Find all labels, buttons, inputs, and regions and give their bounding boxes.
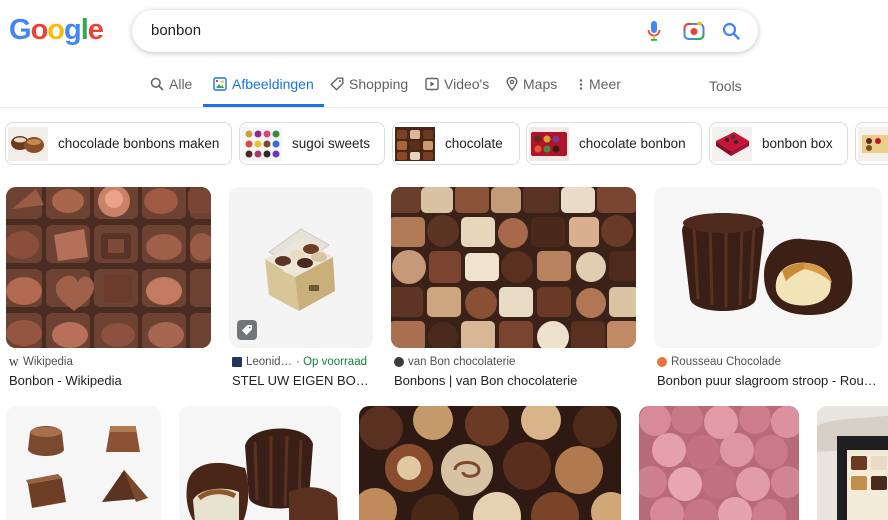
search-input[interactable]: bonbon [151, 22, 201, 39]
microphone-icon[interactable] [642, 19, 666, 43]
chip-chocolade-bonbons-maken[interactable]: chocolade bonbons maken [5, 122, 232, 165]
search-tabs: Alle Afbeeldingen Shopping Video's Maps … [0, 70, 888, 108]
result-title[interactable]: Bonbon - Wikipedia [9, 373, 214, 388]
result-image[interactable] [391, 187, 636, 348]
search-box[interactable]: bonbon [132, 10, 758, 52]
chip-chocolate-bonbon[interactable]: chocolate bonbon [526, 122, 702, 165]
tab-shopping[interactable]: Shopping [330, 76, 408, 107]
tools-button[interactable]: Tools [709, 78, 742, 94]
result-source[interactable]: Rousseau Chocolade [657, 356, 781, 368]
chip-thumbnail [6, 123, 50, 164]
search-icon[interactable] [719, 19, 743, 43]
result-card[interactable]: van Bon chocolaterie Bonbons | van Bon c… [391, 187, 636, 392]
tab-all[interactable]: Alle [150, 76, 192, 107]
rousseau-icon [657, 357, 667, 367]
play-icon [425, 77, 439, 91]
result-title[interactable]: Bonbons | van Bon chocolaterie [394, 373, 639, 388]
result-card[interactable] [817, 406, 888, 520]
wikipedia-icon: W [9, 358, 19, 367]
tag-icon [330, 77, 344, 91]
tab-videos[interactable]: Video's [425, 76, 489, 107]
result-image[interactable] [6, 406, 161, 520]
leonidas-icon [232, 357, 242, 367]
vanbon-icon [394, 357, 404, 367]
chip-chocolate[interactable]: chocolate [392, 122, 520, 165]
result-image[interactable] [817, 406, 888, 520]
result-source[interactable]: W Wikipedia [9, 356, 73, 368]
result-card[interactable] [179, 406, 341, 520]
svg-text:W: W [9, 358, 19, 367]
search-icon [150, 77, 164, 91]
result-source[interactable]: Leonid… · Op voorraad [232, 356, 367, 368]
result-image[interactable] [359, 406, 621, 520]
image-icon [213, 77, 227, 91]
camera-lens-icon[interactable] [682, 19, 706, 43]
chip-sugoi-sweets[interactable]: sugoi sweets [239, 122, 385, 165]
tab-images[interactable]: Afbeeldingen [203, 76, 324, 107]
map-pin-icon [506, 77, 518, 91]
chip-partial[interactable] [855, 122, 888, 165]
result-card[interactable]: Rousseau Chocolade Bonbon puur slagroom … [654, 187, 882, 392]
result-image[interactable] [654, 187, 882, 348]
result-card[interactable]: Leonid… · Op voorraad STEL UW EIGEN BO… [229, 187, 373, 392]
result-title[interactable]: STEL UW EIGEN BO… [232, 373, 376, 388]
chip-thumbnail [240, 123, 284, 164]
result-title[interactable]: Bonbon puur slagroom stroop - Rou… [657, 373, 883, 388]
result-card[interactable]: W Wikipedia Bonbon - Wikipedia [6, 187, 211, 392]
result-source[interactable]: van Bon chocolaterie [394, 356, 515, 368]
result-card[interactable] [359, 406, 621, 520]
result-card[interactable] [6, 406, 161, 520]
result-card[interactable] [639, 406, 799, 520]
google-logo[interactable]: Google [9, 14, 104, 47]
chip-thumbnail [527, 123, 571, 164]
result-image[interactable] [6, 187, 211, 348]
tab-more[interactable]: Meer [578, 76, 621, 107]
tab-maps[interactable]: Maps [506, 76, 557, 107]
chip-thumbnail [393, 123, 437, 164]
result-image[interactable] [229, 187, 373, 348]
chip-bonbon-box[interactable]: bonbon box [709, 122, 848, 165]
more-vert-icon [579, 79, 583, 90]
result-image[interactable] [639, 406, 799, 520]
chip-thumbnail [856, 123, 888, 164]
shopping-tag-icon [237, 320, 257, 340]
chip-thumbnail [710, 123, 754, 164]
result-image[interactable] [179, 406, 341, 520]
